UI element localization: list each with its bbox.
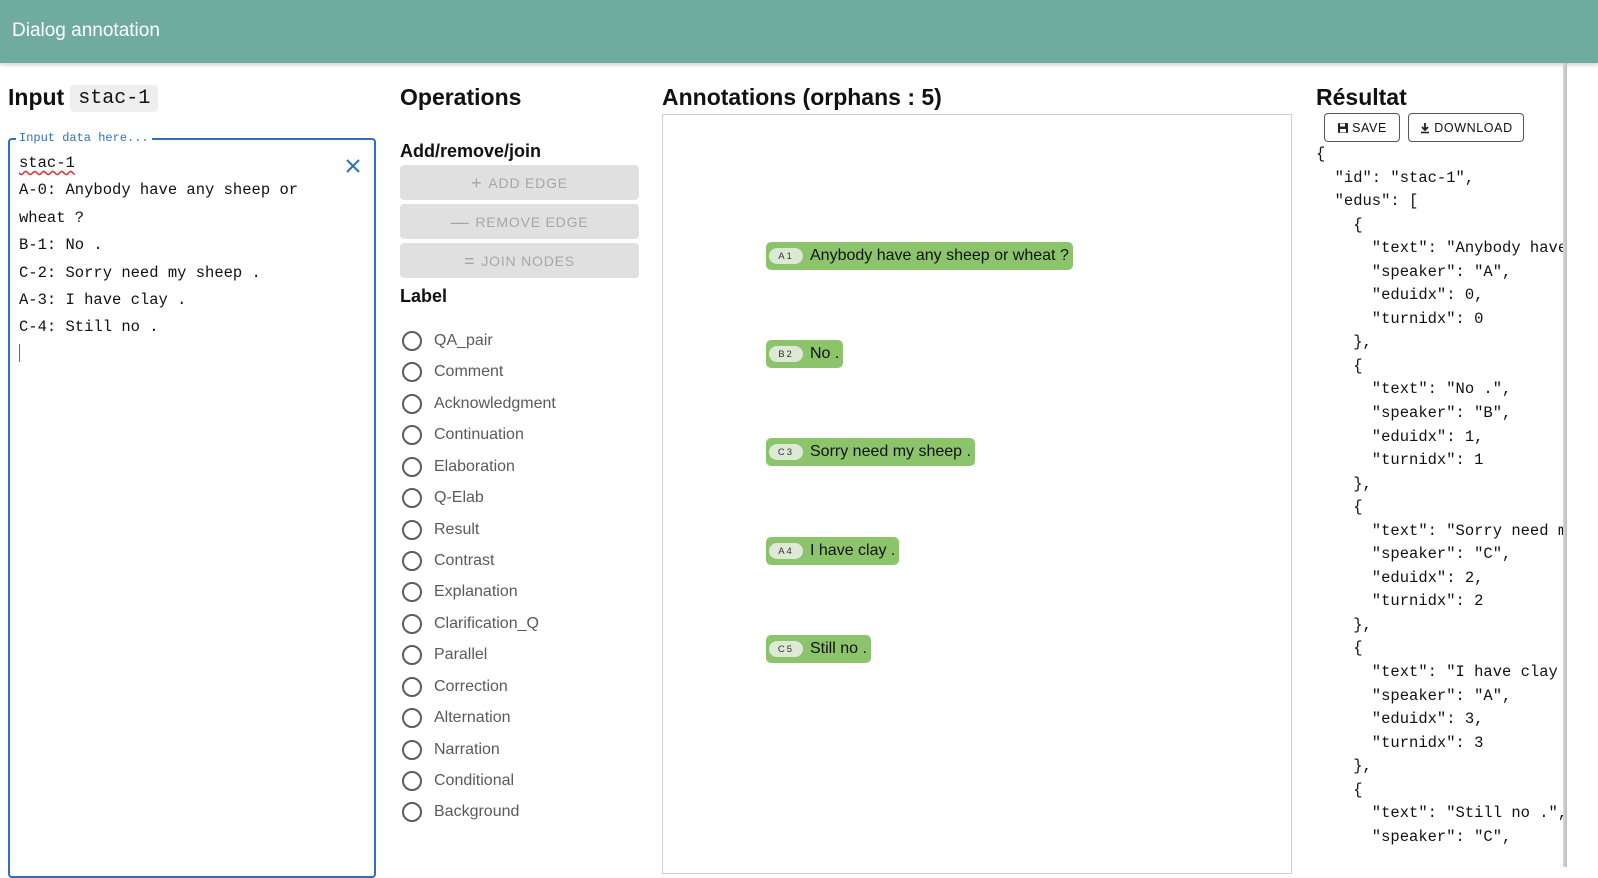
- radio-button[interactable]: [402, 331, 422, 351]
- label-radio-explanation[interactable]: Explanation: [402, 581, 518, 603]
- label-radio-conditional[interactable]: Conditional: [402, 770, 514, 792]
- page-scrollbar-edge[interactable]: [1563, 63, 1567, 867]
- close-icon: [346, 159, 360, 173]
- save-icon: [1338, 122, 1349, 133]
- edu-node[interactable]: A4 I have clay .: [766, 537, 900, 565]
- radio-button[interactable]: [402, 394, 422, 414]
- node-text: Still no .: [810, 640, 867, 657]
- input-textarea-content[interactable]: stac-1 A-0: Anybody have any sheep or wh…: [19, 150, 329, 342]
- label-radio-qa-pair[interactable]: QA_pair: [402, 330, 493, 352]
- label-radio-elaboration[interactable]: Elaboration: [402, 456, 515, 478]
- label-radio-q-elab[interactable]: Q-Elab: [402, 487, 484, 509]
- label-radio-correction[interactable]: Correction: [402, 676, 508, 698]
- save-button[interactable]: SAVE: [1324, 113, 1400, 142]
- node-id-badge: B2: [769, 346, 803, 362]
- radio-button[interactable]: [402, 614, 422, 634]
- radio-label: Clarification_Q: [434, 615, 539, 632]
- edu-node[interactable]: C3 Sorry need my sheep .: [766, 438, 975, 466]
- operations-heading: Operations: [400, 84, 522, 110]
- edu-node[interactable]: C5 Still no .: [766, 635, 871, 663]
- result-json-view: { "id": "stac-1", "edus": [ { "text": "A…: [1316, 145, 1568, 846]
- equals-icon: =: [464, 250, 476, 271]
- label-heading: Label: [400, 286, 448, 306]
- radio-button[interactable]: [402, 488, 422, 508]
- text-caret: [19, 344, 20, 362]
- label-radio-narration[interactable]: Narration: [402, 739, 500, 761]
- annotations-heading: Annotations (orphans : 5): [662, 84, 942, 110]
- radio-label: Conditional: [434, 772, 515, 789]
- download-label: DOWNLOAD: [1434, 120, 1513, 135]
- minus-icon: —: [450, 211, 470, 232]
- radio-button[interactable]: [402, 425, 422, 445]
- node-id-badge: C5: [769, 641, 803, 657]
- node-text: Sorry need my sheep .: [810, 443, 971, 460]
- label-radio-alternation[interactable]: Alternation: [402, 707, 511, 729]
- radio-label: Result: [434, 521, 480, 538]
- remove-edge-label: REMOVE EDGE: [475, 213, 589, 230]
- radio-button[interactable]: [402, 520, 422, 540]
- radio-label: Background: [434, 803, 520, 820]
- node-id-badge: A4: [769, 543, 803, 559]
- radio-label: Acknowledgment: [434, 395, 556, 412]
- download-icon: [1421, 122, 1430, 133]
- add-edge-label: ADD EDGE: [488, 174, 568, 191]
- label-radio-result[interactable]: Result: [402, 519, 479, 541]
- radio-button[interactable]: [402, 740, 422, 760]
- join-nodes-button[interactable]: = JOIN NODES: [400, 243, 639, 278]
- radio-button[interactable]: [402, 802, 422, 822]
- radio-button[interactable]: [402, 551, 422, 571]
- radio-label: Continuation: [434, 426, 524, 443]
- label-radio-contrast[interactable]: Contrast: [402, 550, 494, 572]
- radio-label: Q-Elab: [434, 489, 484, 506]
- label-radio-acknowledgment[interactable]: Acknowledgment: [402, 393, 556, 415]
- radio-button[interactable]: [402, 771, 422, 791]
- node-text: No .: [810, 345, 840, 362]
- radio-button[interactable]: [402, 457, 422, 477]
- radio-label: Alternation: [434, 709, 511, 726]
- input-first-line: stac-1: [19, 154, 75, 172]
- save-label: SAVE: [1352, 120, 1387, 135]
- doc-id-chip: stac-1: [70, 85, 159, 112]
- add-remove-join-heading: Add/remove/join: [400, 141, 542, 161]
- plus-icon: +: [471, 172, 483, 193]
- edu-node[interactable]: A1 Anybody have any sheep or wheat ?: [766, 242, 1073, 270]
- radio-label: QA_pair: [434, 332, 493, 349]
- radio-label: Contrast: [434, 552, 495, 569]
- radio-button[interactable]: [402, 582, 422, 602]
- radio-label: Explanation: [434, 583, 518, 600]
- radio-label: Comment: [434, 363, 504, 380]
- radio-label: Correction: [434, 678, 508, 695]
- radio-button[interactable]: [402, 362, 422, 382]
- radio-button[interactable]: [402, 677, 422, 697]
- label-radio-clarification-q[interactable]: Clarification_Q: [402, 613, 539, 635]
- node-text: Anybody have any sheep or wheat ?: [810, 247, 1069, 264]
- input-heading: Input stac-1: [8, 84, 159, 112]
- label-radio-background[interactable]: Background: [402, 801, 519, 823]
- edu-node[interactable]: B2 No .: [766, 340, 844, 368]
- node-id-badge: A1: [769, 248, 803, 264]
- label-radio-continuation[interactable]: Continuation: [402, 424, 524, 446]
- input-heading-label: Input: [8, 84, 65, 110]
- label-radio-parallel[interactable]: Parallel: [402, 644, 487, 666]
- radio-label: Elaboration: [434, 458, 515, 475]
- app-title: Dialog annotation: [12, 20, 160, 41]
- input-dialog-lines: A-0: Anybody have any sheep or wheat ? B…: [19, 181, 299, 337]
- remove-edge-button[interactable]: — REMOVE EDGE: [400, 204, 639, 239]
- radio-label: Parallel: [434, 646, 488, 663]
- result-heading: Résultat: [1316, 84, 1407, 110]
- clear-input-button[interactable]: [341, 154, 365, 178]
- annotation-graph-canvas[interactable]: [662, 114, 1292, 874]
- join-nodes-label: JOIN NODES: [481, 252, 575, 269]
- node-id-badge: C3: [769, 444, 803, 460]
- node-text: I have clay .: [810, 542, 896, 559]
- radio-button[interactable]: [402, 645, 422, 665]
- add-edge-button[interactable]: + ADD EDGE: [400, 165, 639, 200]
- radio-button[interactable]: [402, 708, 422, 728]
- input-textarea-label: Input data here...: [16, 131, 152, 145]
- label-radio-comment[interactable]: Comment: [402, 361, 503, 383]
- download-button[interactable]: DOWNLOAD: [1408, 113, 1524, 142]
- app-bar: Dialog annotation: [0, 0, 1598, 63]
- radio-label: Narration: [434, 741, 500, 758]
